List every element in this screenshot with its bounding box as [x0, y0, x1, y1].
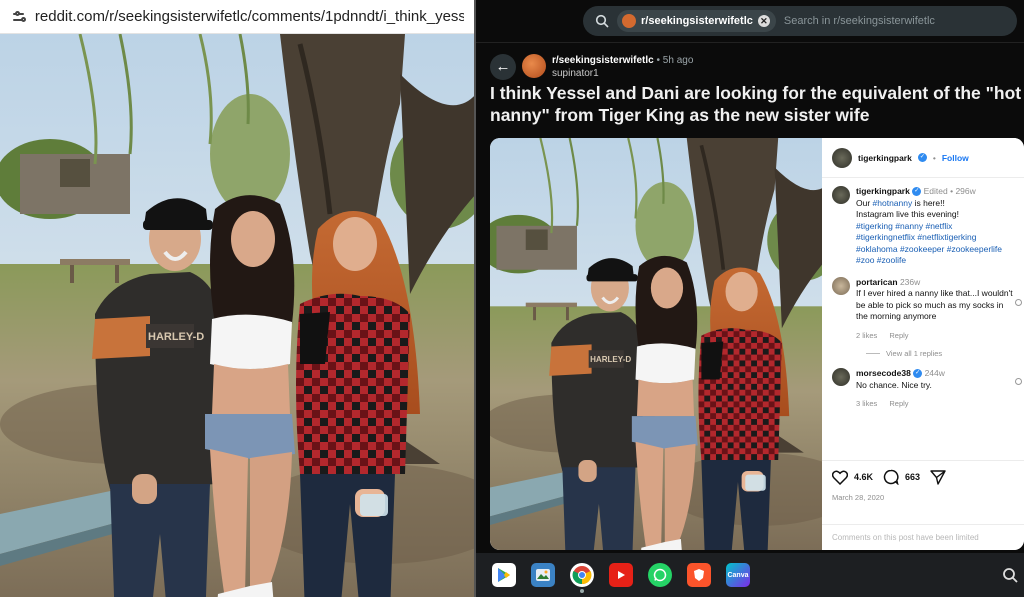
youtube-icon[interactable] — [609, 563, 633, 587]
comment-username[interactable]: portarican — [856, 277, 898, 287]
play-store-icon[interactable] — [492, 563, 516, 587]
like-count: 4.6K — [854, 472, 874, 482]
caption-hashtags-4[interactable]: #zoo #zoolife — [856, 255, 1002, 267]
caption-hashtag[interactable]: #hotnanny — [873, 198, 913, 208]
header-divider — [476, 42, 1024, 43]
launcher-search-icon[interactable] — [1002, 567, 1018, 583]
verified-badge-icon: ✓ — [912, 187, 922, 197]
ig-caption-avatar[interactable] — [832, 186, 850, 204]
ig-account-avatar[interactable] — [832, 147, 852, 168]
photo-scene-small — [490, 138, 822, 550]
comment-like-icon[interactable] — [1015, 378, 1022, 385]
follow-separator: • — [932, 152, 936, 163]
post-meta: r/seekingsisterwifetlc • 5h ago supinato… — [552, 54, 693, 80]
left-browser-pane: reddit.com/r/seekingsisterwifetlc/commen… — [0, 0, 476, 597]
caption-hashtags-1[interactable]: #tigerking #nanny #netflix — [856, 221, 1002, 233]
post-time: 5h ago — [662, 55, 694, 66]
comment-likes[interactable]: 3 likes — [856, 399, 877, 408]
chrome-icon[interactable] — [570, 563, 594, 593]
canva-icon[interactable]: Canva — [726, 563, 750, 587]
comment-avatar[interactable] — [832, 276, 850, 295]
instagram-sidebar: tigerkingpark ✓ • Follow tigerkingpark ✓… — [822, 138, 1024, 550]
address-bar[interactable]: reddit.com/r/seekingsisterwifetlc/commen… — [0, 0, 476, 34]
post-date: March 28, 2020 — [832, 493, 885, 502]
caption-hashtags-2[interactable]: #tigerkingnetflix #netflixtigerking — [856, 232, 1002, 244]
comment-age: 236w — [899, 276, 921, 287]
photo-scene — [0, 34, 476, 597]
ig-comment: portarican 236w If I ever hired a nanny … — [822, 267, 1024, 342]
comment-likes[interactable]: 2 likes — [856, 331, 877, 340]
search-bar[interactable]: r/seekingsisterwifetlc ✕ Search in r/see… — [583, 6, 1017, 36]
whatsapp-icon[interactable] — [648, 563, 672, 587]
comment-text: No chance. Nice try. — [856, 379, 932, 390]
subreddit-filter-chip[interactable]: r/seekingsisterwifetlc ✕ — [617, 10, 776, 32]
meta-separator: • — [656, 55, 661, 66]
back-arrow-icon[interactable]: ← — [490, 54, 516, 80]
taskbar: Canva — [476, 553, 1024, 597]
ig-caption: tigerkingpark ✓ Edited • 296w Our #hotna… — [822, 178, 1024, 267]
reddit-app-pane: r/seekingsisterwifetlc ✕ Search in r/see… — [476, 0, 1024, 597]
view-replies-label[interactable]: View all 1 replies — [886, 349, 942, 358]
post-author-link[interactable]: supinator1 — [552, 67, 693, 80]
caption-text-tail: is here!! — [912, 197, 945, 208]
comment-avatar[interactable] — [832, 368, 850, 386]
comment-reply-button[interactable]: Reply — [889, 399, 908, 408]
instagram-embed[interactable]: tigerkingpark ✓ • Follow tigerkingpark ✓… — [490, 138, 1024, 550]
caption-line2: Instagram live this evening! — [856, 209, 959, 219]
canva-label: Canva — [727, 571, 749, 579]
photos-icon[interactable] — [531, 563, 555, 587]
caption-separator: • — [950, 186, 954, 196]
comment-count: 663 — [905, 472, 921, 482]
comment-like-icon[interactable] — [1015, 298, 1022, 306]
chip-label: r/seekingsisterwifetlc — [641, 15, 753, 27]
comment-age: 244w — [924, 368, 945, 378]
post-subreddit-link[interactable]: r/seekingsisterwifetlc — [552, 55, 654, 66]
view-replies-link[interactable]: View all 1 replies — [866, 349, 1024, 358]
post-title: I think Yessel and Dani are looking for … — [490, 83, 1022, 125]
subreddit-avatar-icon — [622, 14, 636, 28]
comment-icon[interactable] — [883, 469, 899, 485]
ig-account-name[interactable]: tigerkingpark — [858, 153, 912, 163]
comments-limited-notice: Comments on this post have been limited — [822, 524, 1024, 550]
comment-username[interactable]: morsecode38 — [856, 368, 911, 378]
verified-badge-icon: ✓ — [913, 369, 923, 379]
caption-age: 296w — [955, 186, 976, 196]
reply-line-icon — [866, 353, 880, 354]
share-icon[interactable] — [930, 469, 946, 485]
instagram-header: tigerkingpark ✓ • Follow — [822, 138, 1024, 178]
instagram-photo[interactable] — [490, 138, 822, 550]
caption-username[interactable]: tigerkingpark — [856, 186, 910, 196]
subreddit-avatar[interactable] — [522, 54, 546, 78]
ig-comment: morsecode38 ✓ 244w No chance. Nice try. … — [822, 358, 1024, 410]
brave-icon[interactable] — [687, 563, 711, 587]
post-image-full[interactable] — [0, 34, 476, 597]
comment-reply-button[interactable]: Reply — [889, 331, 908, 340]
instagram-actions: 4.6K 663 March 28, 2020 — [822, 460, 1024, 502]
verified-badge-icon: ✓ — [917, 153, 927, 162]
search-placeholder[interactable]: Search in r/seekingsisterwifetlc — [784, 15, 935, 27]
address-url[interactable]: reddit.com/r/seekingsisterwifetlc/commen… — [35, 8, 464, 25]
clear-chip-icon[interactable]: ✕ — [757, 15, 770, 27]
comment-text: If I ever hired a nanny like that...I wo… — [856, 288, 1013, 321]
caption-hashtags-3[interactable]: #oklahoma #zookeeper #zookeeperlife — [856, 244, 1002, 256]
site-settings-icon[interactable] — [12, 8, 26, 26]
caption-text-lead: Our — [856, 197, 873, 208]
caption-edited: Edited — [923, 186, 948, 196]
follow-button[interactable]: Follow — [942, 153, 969, 163]
search-icon — [595, 14, 609, 28]
heart-icon[interactable] — [832, 470, 848, 485]
